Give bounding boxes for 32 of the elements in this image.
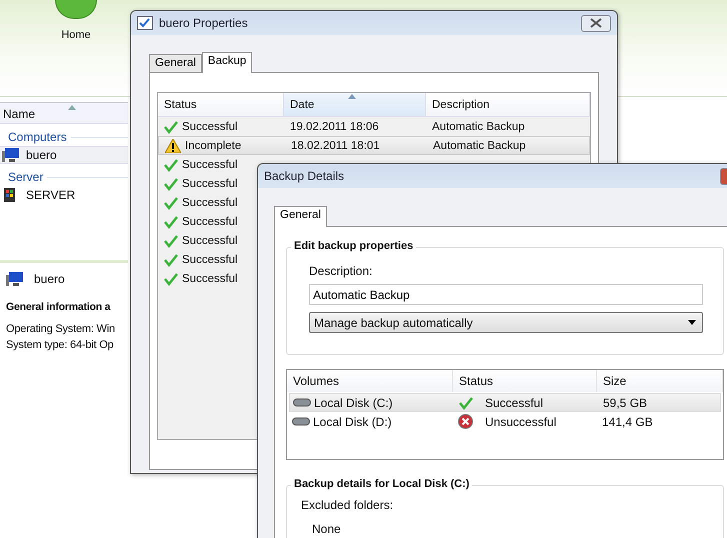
- group-title: Edit backup properties: [291, 240, 416, 252]
- excluded-value: None: [312, 522, 342, 536]
- details-title: buero: [34, 272, 65, 286]
- date-text: 19.02.2011 18:06: [290, 120, 379, 132]
- group-title: Backup details for Local Disk (C:): [291, 478, 472, 490]
- volume-name: Local Disk (C:): [314, 396, 393, 410]
- status-text: Successful: [182, 216, 238, 228]
- status-text: Successful: [182, 234, 238, 246]
- description-label: Description:: [309, 264, 374, 278]
- description-text: Automatic Backup: [433, 140, 526, 152]
- volume-status: Successful: [485, 396, 544, 410]
- volume-size: 141,4 GB: [602, 414, 653, 428]
- volume-size: 59,5 GB: [603, 396, 648, 410]
- volume-name: Local Disk (D:): [313, 414, 392, 428]
- status-text: Incomplete: [185, 140, 242, 152]
- details-line: System type: 64-bit Op: [6, 339, 114, 351]
- description-text: Automatic Backup: [432, 120, 525, 132]
- volume-status: Unsuccessful: [485, 414, 556, 428]
- excluded-label: Excluded folders:: [301, 498, 394, 512]
- window-title: Backup Details: [264, 169, 344, 183]
- group-header: Computers: [8, 130, 67, 144]
- group-header: Server: [8, 170, 44, 184]
- window-title: buero Properties: [159, 16, 248, 30]
- date-text: 18.02.2011 18:01: [291, 140, 380, 152]
- status-text: Successful: [182, 196, 238, 208]
- status-text: Successful: [182, 178, 238, 190]
- details-line: Operating System: Win: [6, 323, 116, 335]
- details-heading: General information a: [6, 301, 112, 313]
- status-text: Successful: [182, 158, 238, 170]
- status-text: Successful: [182, 254, 238, 266]
- status-text: Successful: [182, 120, 238, 132]
- status-text: Successful: [182, 272, 238, 284]
